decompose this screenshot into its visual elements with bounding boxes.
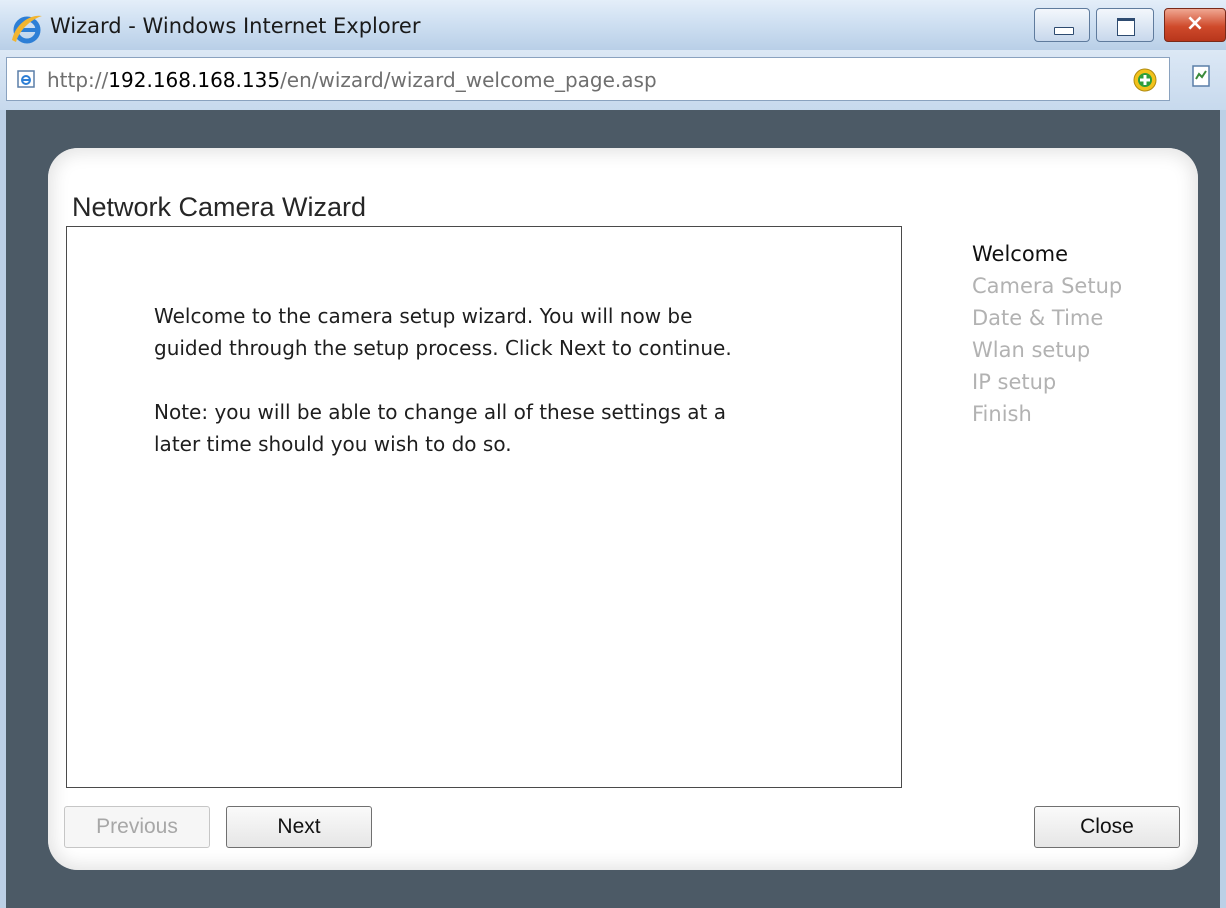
step-camera-setup: Camera Setup — [972, 274, 1123, 298]
browser-window: Wizard - Windows Internet Explorer × htt… — [0, 0, 1226, 908]
page-icon — [17, 70, 35, 88]
address-bar: http://192.168.168.135/en/wizard/wizard_… — [0, 50, 1226, 110]
title-bar: Wizard - Windows Internet Explorer × — [0, 0, 1226, 50]
next-button[interactable]: Next — [226, 806, 372, 848]
close-window-button[interactable]: × — [1164, 8, 1226, 42]
previous-button[interactable]: Previous — [64, 806, 210, 848]
step-date-time: Date & Time — [972, 306, 1104, 330]
note-paragraph: Note: you will be able to change all of … — [154, 400, 726, 456]
close-icon: × — [1185, 11, 1205, 36]
welcome-paragraph: Welcome to the camera setup wizard. You … — [154, 304, 732, 360]
window-title: Wizard - Windows Internet Explorer — [50, 14, 421, 38]
welcome-message: Welcome to the camera setup wizard. You … — [154, 300, 754, 492]
wizard-panel: Network Camera Wizard Welcome to the cam… — [48, 148, 1198, 870]
step-ip-setup: IP setup — [972, 370, 1057, 394]
internet-explorer-icon — [12, 15, 42, 44]
addon-plus-icon[interactable] — [1133, 68, 1157, 92]
compatibility-view-icon[interactable] — [1190, 64, 1214, 88]
page-content: Network Camera Wizard Welcome to the cam… — [6, 110, 1220, 908]
step-welcome: Welcome — [972, 242, 1069, 266]
wizard-title: Network Camera Wizard — [72, 192, 367, 222]
maximize-button[interactable] — [1096, 8, 1154, 42]
minimize-icon — [1054, 27, 1074, 35]
close-button[interactable]: Close — [1034, 806, 1180, 848]
wizard-steps: Welcome Camera Setup Date & Time Wlan se… — [972, 238, 1182, 430]
address-field[interactable]: http://192.168.168.135/en/wizard/wizard_… — [6, 57, 1170, 101]
maximize-icon — [1117, 18, 1135, 36]
minimize-button[interactable] — [1034, 8, 1090, 42]
step-wlan-setup: Wlan setup — [972, 338, 1091, 362]
url-text: http://192.168.168.135/en/wizard/wizard_… — [47, 68, 657, 92]
step-finish: Finish — [972, 402, 1032, 426]
